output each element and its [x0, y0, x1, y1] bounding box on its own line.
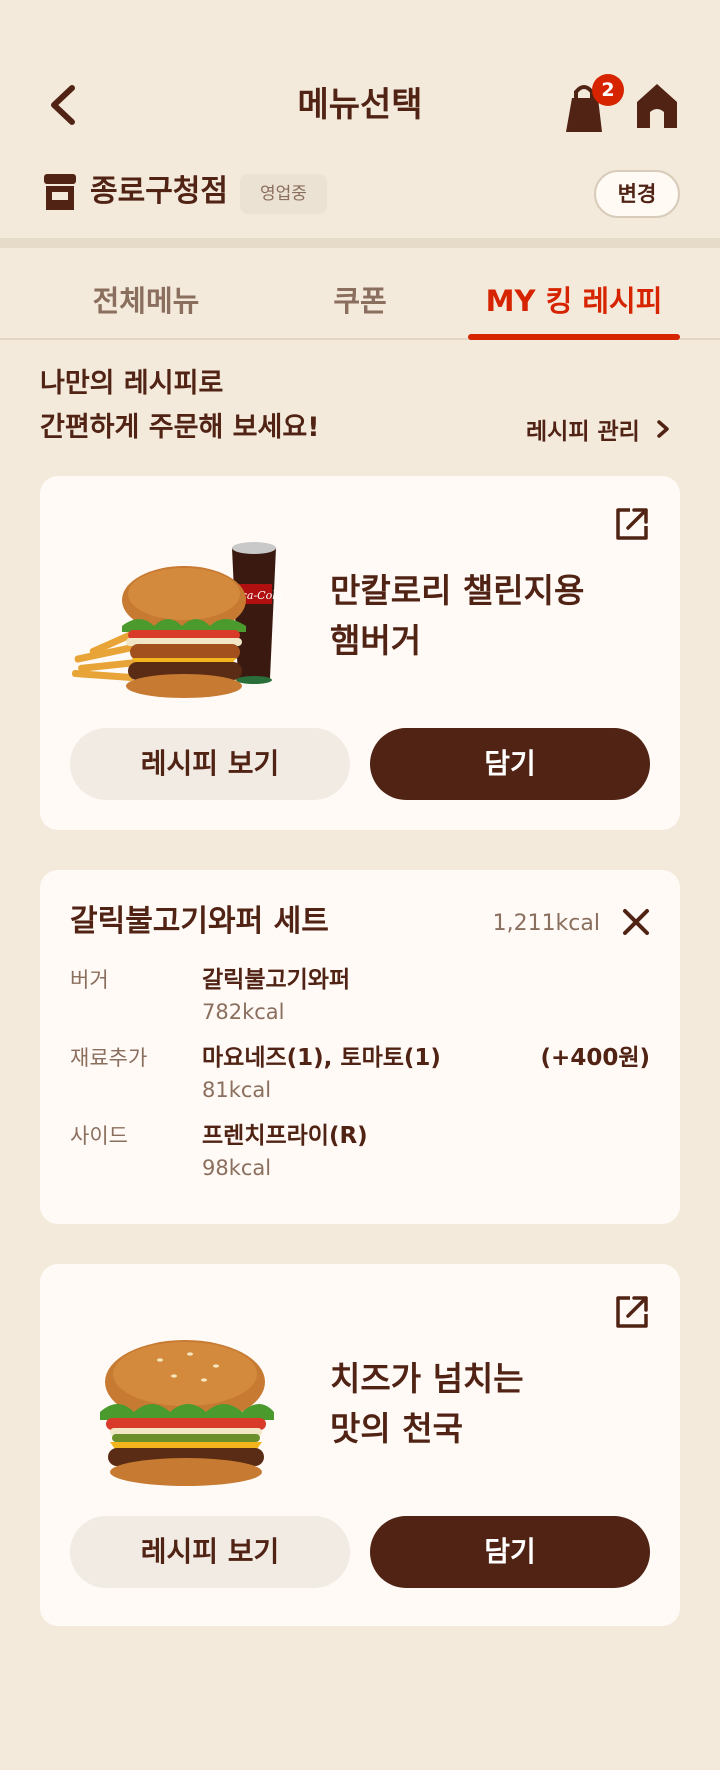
option-label-burger: 버거 [70, 968, 109, 992]
share-button[interactable] [614, 1294, 650, 1330]
option-kcal-burger: 782kcal [202, 1000, 285, 1024]
intro-text: 나만의 레시피로 간편하게 주문해 보세요! [40, 362, 320, 450]
view-recipe-button[interactable]: 레시피 보기 [70, 1516, 350, 1588]
home-button[interactable] [634, 80, 680, 130]
set-title: 갈릭불고기와퍼 세트 [70, 904, 329, 939]
recipe-name: 만칼로리 챌린지용 햄버거 [330, 566, 584, 666]
option-label-side: 사이드 [70, 1124, 128, 1148]
recipe-name-line-2: 맛의 천국 [330, 1409, 463, 1448]
active-tab-indicator [468, 334, 680, 340]
chevron-right-icon [656, 412, 670, 452]
change-store-button[interactable]: 변경 [594, 170, 680, 218]
option-name-burger: 갈릭불고기와퍼 [202, 967, 351, 993]
manage-recipes-link[interactable]: 레시피 관리 [526, 412, 670, 452]
cart-count-badge: 2 [592, 74, 624, 106]
share-icon [616, 1296, 648, 1328]
burger-image [100, 1340, 274, 1486]
recipe-card: 치즈가 넘치는 맛의 천국 레시피 보기 담기 [40, 1264, 680, 1626]
section-divider [0, 238, 720, 248]
home-icon [637, 84, 677, 128]
set-total-kcal: 1,211kcal [492, 911, 600, 936]
set-detail-card: 갈릭불고기와퍼 세트 1,211kcal 버거 갈릭불고기와퍼 782kcal … [40, 870, 680, 1224]
intro-line-1: 나만의 레시피로 [40, 368, 224, 399]
menu-tabs: 전체메뉴 쿠폰 MY 킹 레시피 [0, 248, 720, 340]
recipe-name-line-1: 만칼로리 챌린지용 [330, 571, 585, 610]
cart-button[interactable]: 2 [562, 74, 624, 134]
option-price-extra: (+400원) [540, 1045, 650, 1071]
tab-coupon[interactable]: 쿠폰 [254, 248, 466, 340]
option-label-extra: 재료추가 [70, 1046, 148, 1070]
add-to-cart-button[interactable]: 담기 [370, 1516, 650, 1588]
store-status-badge: 영업중 [240, 174, 327, 214]
tab-my-king-recipe[interactable]: MY 킹 레시피 [468, 248, 680, 340]
view-recipe-button[interactable]: 레시피 보기 [70, 728, 350, 800]
tab-all-menu[interactable]: 전체메뉴 [40, 248, 252, 340]
option-name-side: 프렌치프라이(R) [202, 1123, 368, 1149]
option-kcal-extra: 81kcal [202, 1078, 272, 1102]
burger-set-image: Coca-Cola [71, 542, 282, 698]
option-name-extra: 마요네즈(1), 토마토(1) [202, 1045, 441, 1071]
store-name: 종로구청점 [90, 174, 228, 209]
app-header: 메뉴선택 2 [0, 60, 720, 150]
add-to-cart-button[interactable]: 담기 [370, 728, 650, 800]
intro-line-2: 간편하게 주문해 보세요! [40, 412, 320, 443]
recipe-card: Coca-Cola 만칼로리 챌린지용 햄버거 레시피 보기 담기 [40, 476, 680, 830]
option-kcal-side: 98kcal [202, 1156, 272, 1180]
recipe-name-line-2: 햄버거 [330, 621, 422, 660]
share-icon [616, 508, 648, 540]
recipe-name-line-1: 치즈가 넘치는 [330, 1359, 524, 1398]
store-icon [44, 174, 76, 210]
close-icon [623, 909, 649, 935]
delete-recipe-button[interactable] [620, 906, 652, 938]
recipe-name: 치즈가 넘치는 맛의 천국 [330, 1354, 524, 1454]
manage-recipes-label: 레시피 관리 [526, 419, 640, 445]
store-row: 종로구청점 영업중 변경 [0, 160, 720, 228]
share-button[interactable] [614, 506, 650, 542]
